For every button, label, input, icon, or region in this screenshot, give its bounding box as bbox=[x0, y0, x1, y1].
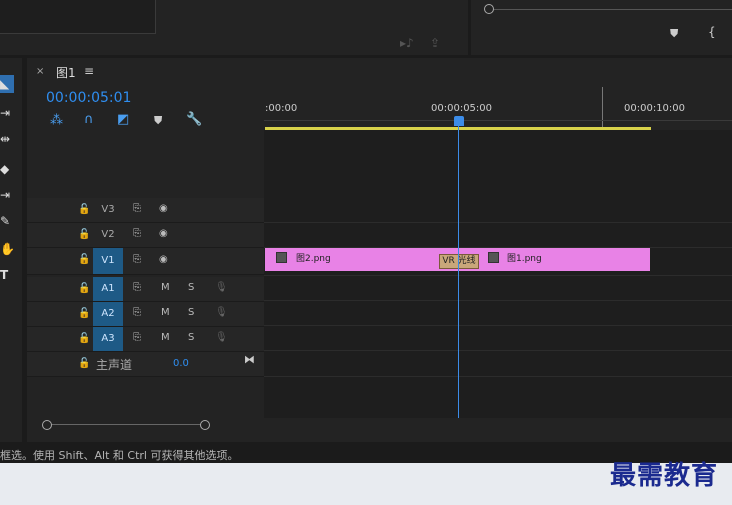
solo-button[interactable]: S bbox=[188, 307, 194, 318]
razor-tool-icon[interactable]: ◆ bbox=[0, 160, 14, 178]
track-divider bbox=[264, 350, 732, 351]
master-volume-value[interactable]: 0.0 bbox=[173, 358, 189, 369]
marker-icon[interactable]: ⛊ bbox=[670, 27, 678, 41]
mute-button[interactable]: M bbox=[161, 307, 170, 318]
tab-menu-icon[interactable]: ≡ bbox=[84, 64, 94, 78]
add-marker-icon[interactable]: ⛊ bbox=[154, 114, 162, 128]
microphone-icon[interactable]: 🎙 bbox=[215, 282, 228, 293]
tab-close-icon[interactable]: × bbox=[36, 66, 44, 77]
ruler-label: 00:00:05:00 bbox=[431, 103, 493, 114]
sync-lock-icon[interactable]: ⎘ bbox=[133, 203, 141, 214]
scrub-bar[interactable] bbox=[490, 9, 732, 10]
clip-label: 图2.png bbox=[296, 254, 331, 264]
scrollbar-right-handle[interactable] bbox=[200, 420, 210, 430]
clip-image-2[interactable]: 图2.png bbox=[265, 248, 458, 271]
track-divider bbox=[264, 275, 732, 276]
in-out-icon[interactable]: { bbox=[708, 25, 716, 39]
timecode-display[interactable]: 00:00:05:01 bbox=[46, 90, 131, 106]
ruler-ticks bbox=[264, 120, 732, 121]
sync-lock-icon[interactable]: ⎘ bbox=[133, 332, 141, 343]
nest-sequence-icon[interactable]: ⁂ bbox=[50, 113, 63, 128]
share-icon[interactable]: ⇪ bbox=[430, 36, 440, 50]
lock-icon[interactable]: 🔓 bbox=[78, 229, 90, 240]
mute-button[interactable]: M bbox=[161, 282, 170, 293]
microphone-icon[interactable]: 🎙 bbox=[215, 332, 228, 343]
solo-button[interactable]: S bbox=[188, 332, 194, 343]
mute-button[interactable]: M bbox=[161, 332, 170, 343]
track-label-a3[interactable]: A3 bbox=[93, 327, 123, 351]
eye-icon[interactable]: ◉ bbox=[159, 203, 168, 214]
ruler-label: :00:00 bbox=[265, 103, 298, 114]
clip-label: 图1.png bbox=[507, 254, 542, 264]
timeline-scrollbar[interactable] bbox=[27, 418, 732, 432]
monitor-area bbox=[0, 0, 156, 34]
ruler-end-mark bbox=[602, 87, 603, 127]
ruler-label: 00:00:10:00 bbox=[624, 103, 686, 114]
snap-icon[interactable]: ∩ bbox=[84, 112, 94, 127]
sync-lock-icon[interactable]: ⎘ bbox=[133, 228, 141, 239]
playhead-line[interactable] bbox=[458, 122, 459, 418]
track-select-tool-icon[interactable]: ⇥ bbox=[0, 104, 14, 122]
scrollbar-track[interactable] bbox=[47, 424, 205, 425]
linked-selection-icon[interactable]: ◩ bbox=[117, 112, 129, 127]
export-frame-icon[interactable]: ▸♪ bbox=[400, 36, 414, 50]
track-header-v1: 🔓 V1 ⎘ ◉ bbox=[27, 248, 264, 275]
track-header-master: 🔓 主声道 0.0 ⧓ bbox=[27, 352, 264, 377]
sync-lock-icon[interactable]: ⎘ bbox=[133, 307, 141, 318]
lock-icon[interactable]: 🔓 bbox=[78, 358, 90, 369]
lock-icon[interactable]: 🔓 bbox=[78, 308, 90, 319]
wrench-icon[interactable]: 🔧 bbox=[186, 112, 202, 127]
lock-icon[interactable]: 🔓 bbox=[78, 254, 90, 265]
track-label-a1[interactable]: A1 bbox=[93, 277, 123, 301]
lock-icon[interactable]: 🔓 bbox=[78, 333, 90, 344]
master-track-label: 主声道 bbox=[96, 358, 133, 372]
eye-icon[interactable]: ◉ bbox=[159, 228, 168, 239]
track-divider bbox=[264, 376, 732, 377]
scrub-handle[interactable] bbox=[484, 4, 494, 14]
pen-tool-icon[interactable]: ✎ bbox=[0, 212, 14, 230]
track-divider bbox=[264, 300, 732, 301]
eye-icon[interactable]: ◉ bbox=[159, 254, 168, 265]
ripple-edit-tool-icon[interactable]: ⇹ bbox=[0, 130, 14, 148]
track-divider bbox=[264, 222, 732, 223]
sync-lock-icon[interactable]: ⎘ bbox=[133, 282, 141, 293]
selection-tool-icon[interactable]: ◣ bbox=[0, 75, 14, 93]
track-label-a2[interactable]: A2 bbox=[93, 302, 123, 326]
slip-tool-icon[interactable]: ⇥ bbox=[0, 186, 14, 204]
sync-lock-icon[interactable]: ⎘ bbox=[133, 254, 141, 265]
track-header-a2: 🔓 A2 ⎘ M S 🎙 bbox=[27, 302, 264, 327]
fx-badge-icon bbox=[488, 252, 499, 263]
lock-icon[interactable]: 🔓 bbox=[78, 204, 90, 215]
track-label-v3[interactable]: V3 bbox=[93, 198, 123, 222]
track-header-v3: 🔓 V3 ⎘ ◉ bbox=[27, 198, 264, 223]
solo-button[interactable]: S bbox=[188, 282, 194, 293]
track-header-v2: 🔓 V2 ⎘ ◉ bbox=[27, 223, 264, 248]
status-text: 框选。使用 Shift、Alt 和 Ctrl 可获得其他选项。 bbox=[0, 449, 239, 462]
playhead-handle[interactable] bbox=[454, 116, 464, 126]
track-divider bbox=[264, 325, 732, 326]
track-header-a3: 🔓 A3 ⎘ M S 🎙 bbox=[27, 327, 264, 352]
lock-icon[interactable]: 🔓 bbox=[78, 283, 90, 294]
type-tool-icon[interactable]: T bbox=[0, 266, 14, 284]
watermark-logo: 最需教育 bbox=[610, 461, 719, 491]
hand-tool-icon[interactable]: ✋ bbox=[0, 240, 15, 258]
go-to-end-icon[interactable]: ⧓ bbox=[244, 353, 255, 366]
microphone-icon[interactable]: 🎙 bbox=[215, 307, 228, 318]
fx-badge-icon bbox=[276, 252, 287, 263]
track-label-v1[interactable]: V1 bbox=[93, 248, 123, 274]
clip-image-1[interactable]: 图1.png bbox=[458, 248, 650, 271]
scrollbar-left-handle[interactable] bbox=[42, 420, 52, 430]
sequence-tab-title[interactable]: 图1 bbox=[56, 64, 76, 81]
track-header-a1: 🔓 A1 ⎘ M S 🎙 bbox=[27, 277, 264, 302]
track-label-v2[interactable]: V2 bbox=[93, 223, 123, 247]
track-area[interactable] bbox=[264, 130, 732, 418]
transition-vr-light-rays[interactable]: VR 光线 bbox=[439, 254, 479, 269]
